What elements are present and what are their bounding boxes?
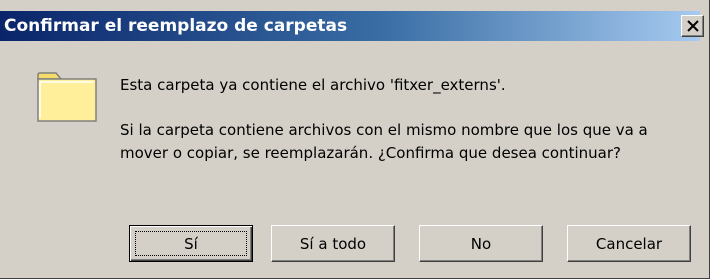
close-icon [687, 20, 699, 32]
cancel-button-label: Cancelar [595, 234, 663, 253]
cancel-button[interactable]: Cancelar [567, 225, 691, 262]
yes-button-label: Sí [184, 234, 198, 253]
folder-icon [37, 72, 97, 122]
window-title: Confirmar el reemplazo de carpetas [4, 16, 348, 36]
no-button-label: No [470, 234, 492, 253]
yes-to-all-button[interactable]: Sí a todo [271, 225, 395, 262]
message-line-2: Si la carpeta contiene archivos con el m… [120, 121, 648, 139]
title-bar[interactable]: Confirmar el reemplazo de carpetas [0, 11, 704, 41]
close-button[interactable] [681, 15, 704, 37]
confirm-folder-replace-dialog: Confirmar el reemplazo de carpetas Esta … [0, 0, 710, 279]
message-line-1: Esta carpeta ya contiene el archivo 'fit… [120, 76, 506, 94]
no-button[interactable]: No [419, 225, 543, 262]
yes-to-all-button-label: Sí a todo [299, 234, 367, 253]
yes-button[interactable]: Sí [129, 225, 253, 262]
message-line-3: mover o copiar, se reemplazarán. ¿Confir… [120, 144, 621, 162]
